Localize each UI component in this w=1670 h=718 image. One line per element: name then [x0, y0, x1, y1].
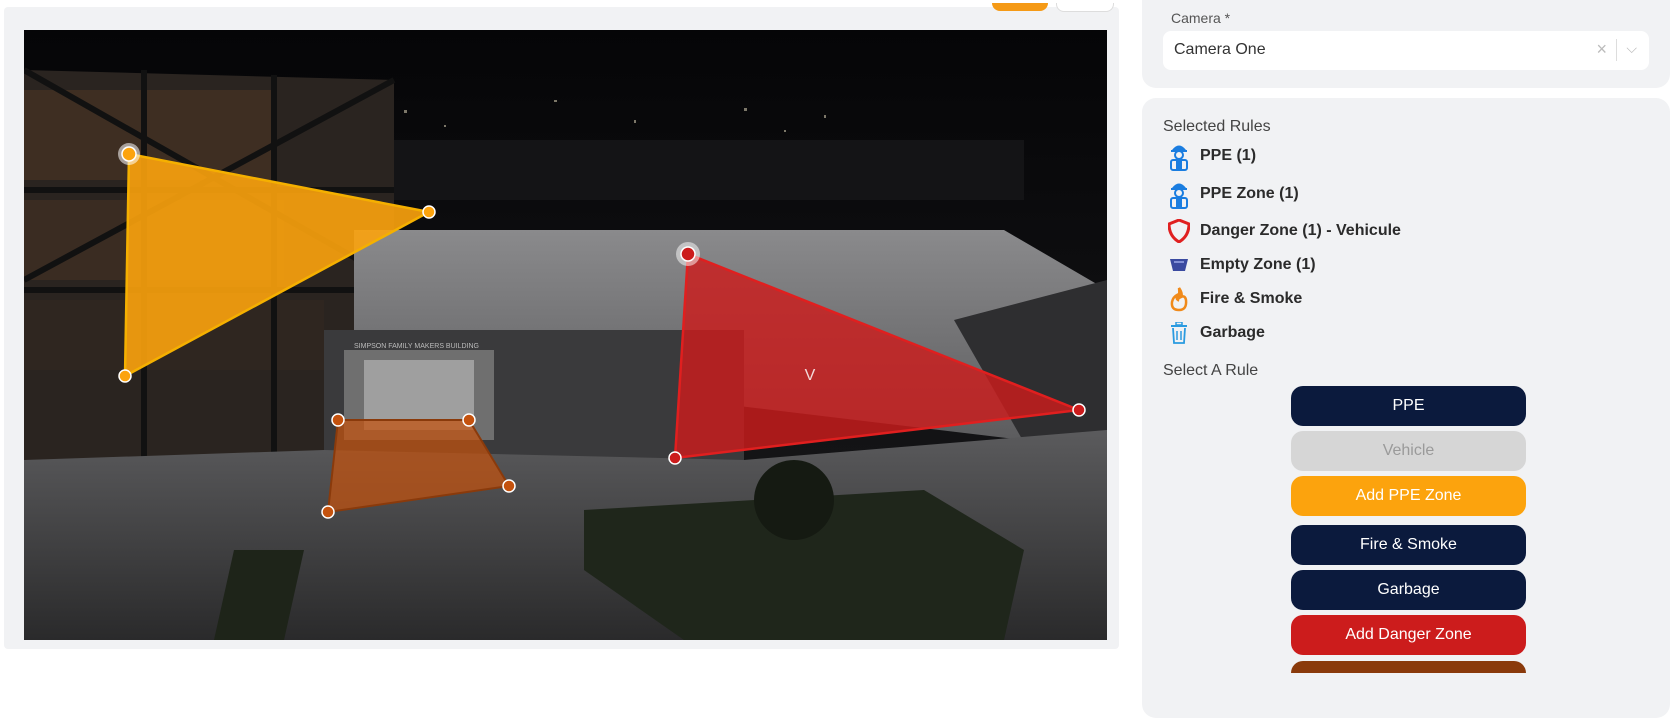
selected-rule-ppe[interactable]: PPE (1): [1166, 141, 1256, 171]
fire-smoke-button[interactable]: Fire & Smoke: [1291, 525, 1526, 565]
selected-rule-label: PPE Zone (1): [1200, 185, 1299, 202]
selected-rule-garbage[interactable]: Garbage: [1166, 318, 1265, 348]
select-separator: [1616, 39, 1617, 61]
add-ppe-zone-button[interactable]: Add PPE Zone: [1291, 476, 1526, 516]
garbage-button[interactable]: Garbage: [1291, 570, 1526, 610]
selected-rule-empty-zone[interactable]: Empty Zone (1): [1166, 250, 1316, 280]
add-empty-zone-button[interactable]: [1291, 661, 1526, 673]
camera-card: Camera * Camera One × ⌵: [1142, 0, 1670, 88]
vehicle-button[interactable]: Vehicle: [1291, 431, 1526, 471]
camera-scene: SIMPSON FAMILY MAKERS BUILDING V: [24, 30, 1107, 640]
selected-rule-ppe-zone[interactable]: PPE Zone (1): [1166, 179, 1299, 209]
shield-icon: [1166, 216, 1192, 246]
empty-zone-icon: [1166, 250, 1192, 280]
selected-rule-label: Danger Zone (1) - Vehicule: [1200, 222, 1401, 239]
toolbar-action-button[interactable]: [992, 3, 1048, 11]
worker-icon: [1166, 179, 1192, 209]
selected-rule-fire-smoke[interactable]: Fire & Smoke: [1166, 284, 1302, 314]
selected-rule-label: Garbage: [1200, 324, 1265, 341]
trash-icon: [1166, 318, 1192, 348]
camera-select[interactable]: Camera One × ⌵: [1163, 31, 1649, 70]
camera-select-value: Camera One: [1174, 41, 1266, 58]
selected-rule-label: PPE (1): [1200, 147, 1257, 164]
fire-icon: [1166, 284, 1192, 314]
selected-rule-label: Fire & Smoke: [1200, 290, 1303, 307]
camera-label: Camera *: [1171, 10, 1231, 26]
camera-frame-canvas[interactable]: SIMPSON FAMILY MAKERS BUILDING V: [24, 30, 1107, 640]
ppe-button[interactable]: PPE: [1291, 386, 1526, 426]
select-rule-title: Select A Rule: [1163, 362, 1259, 379]
worker-icon: [1166, 141, 1192, 171]
danger-zone-label: V: [805, 367, 816, 384]
toolbar-secondary-button[interactable]: [1056, 3, 1114, 12]
selected-rule-danger-zone[interactable]: Danger Zone (1) - Vehicule: [1166, 216, 1401, 246]
selected-rules-title: Selected Rules: [1163, 118, 1271, 135]
building-sign: SIMPSON FAMILY MAKERS BUILDING: [354, 343, 479, 350]
clear-icon[interactable]: ×: [1596, 39, 1607, 60]
selected-rule-label: Empty Zone (1): [1200, 256, 1316, 273]
chevron-down-icon[interactable]: ⌵: [1626, 40, 1637, 57]
rules-card: Selected Rules PPE (1) PPE Zone (1) Dang…: [1142, 98, 1670, 718]
zone-editor-panel: SIMPSON FAMILY MAKERS BUILDING V: [4, 3, 1119, 649]
add-danger-zone-button[interactable]: Add Danger Zone: [1291, 615, 1526, 655]
